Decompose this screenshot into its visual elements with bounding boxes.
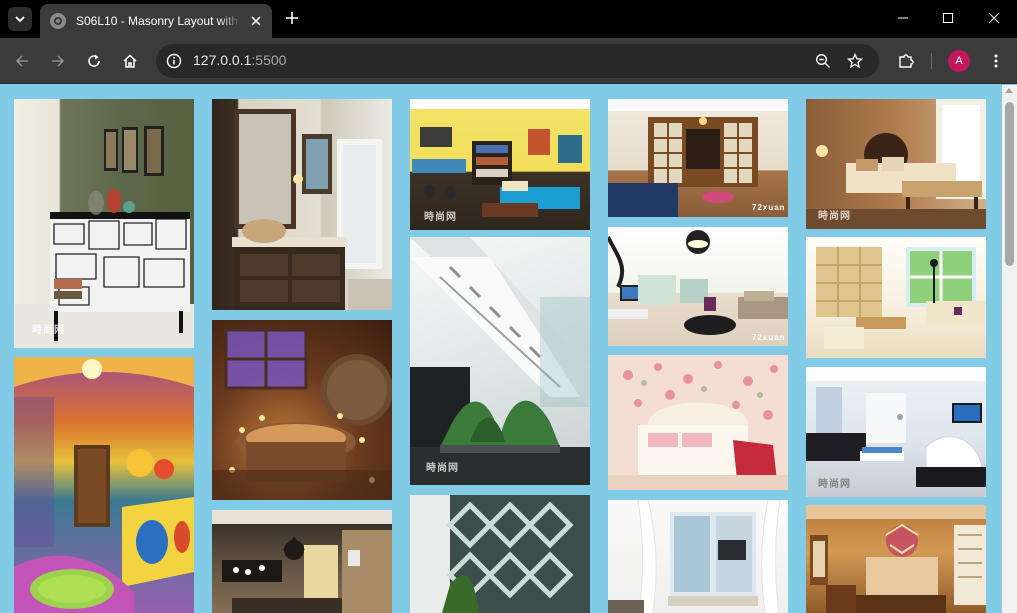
back-button[interactable] (8, 47, 36, 75)
photo-watermark: 時尚网 (818, 479, 851, 490)
photo-watermark: 時尚网 (818, 211, 851, 222)
tab-strip: S06L10 - Masonry Layout with (0, 0, 1017, 38)
browser-toolbar: 127.0.0.1:5500 A (0, 38, 1017, 84)
chevron-down-icon (15, 16, 25, 23)
gallery-photo (212, 510, 392, 613)
floral-bedroom-illustration (608, 361, 788, 490)
close-icon (251, 16, 261, 26)
chandelier-bedroom-illustration (212, 510, 392, 613)
arrow-right-icon (52, 55, 65, 67)
gallery-photo (212, 99, 392, 310)
url-text[interactable]: 127.0.0.1:5500 (193, 52, 286, 68)
minimize-button[interactable] (880, 0, 926, 36)
home-button[interactable] (116, 47, 144, 75)
new-tab-button[interactable] (282, 8, 302, 28)
photo-watermark: 時尚网 (424, 212, 457, 223)
info-icon (166, 53, 182, 69)
gallery-photo: 時尚网 (410, 237, 590, 485)
bay-window-illustration (608, 500, 781, 613)
lattice-screen-illustration (410, 495, 574, 613)
zoom-out-icon (815, 53, 830, 68)
puzzle-icon (899, 54, 914, 68)
reload-icon (88, 54, 100, 67)
mosaic-bathroom-illustration (14, 357, 194, 613)
gallery-photo (608, 355, 788, 490)
url-host: 127.0.0.1 (193, 52, 252, 68)
photo-watermark: 時尚网 (32, 325, 65, 336)
scroll-up-arrow-icon[interactable] (1005, 88, 1013, 93)
maximize-icon (943, 13, 953, 23)
sideboard-illustration (14, 126, 194, 348)
close-window-button[interactable] (971, 0, 1017, 36)
kebab-menu-icon (994, 54, 998, 68)
tab-close-button[interactable] (248, 13, 264, 29)
gallery-photo (806, 505, 986, 613)
url-port: :5500 (251, 52, 287, 68)
gallery-photo: 72xuan (608, 99, 788, 217)
gallery-photo (806, 237, 986, 358)
gallery-photo: 時尚网 (806, 99, 986, 229)
menu-button[interactable] (983, 48, 1009, 74)
close-icon (988, 12, 1000, 24)
minimize-icon (898, 17, 908, 19)
masonry-gallery: 時尚网 時尚网 時尚网 72xuan 72xuan 時尚网 時尚网 (0, 85, 1017, 613)
scrollbar-thumb[interactable] (1005, 102, 1014, 266)
toolbar-divider (931, 53, 932, 69)
tab-title: S06L10 - Masonry Layout with (76, 14, 239, 28)
photo-watermark-alt: 72xuan (752, 333, 786, 342)
gallery-photo: 72xuan (608, 227, 788, 346)
vanity-bathroom-illustration (232, 109, 392, 310)
profile-avatar[interactable]: A (948, 50, 970, 72)
home-icon (123, 54, 137, 68)
globe-icon (50, 13, 66, 29)
gallery-photo (608, 500, 788, 613)
reload-button[interactable] (80, 47, 108, 75)
bookmark-button[interactable] (845, 51, 865, 71)
forward-button[interactable] (44, 47, 72, 75)
gallery-photo (14, 357, 194, 613)
staircase-illustration (410, 237, 590, 485)
french-doors-bedroom-illustration (608, 99, 788, 217)
gallery-photo (410, 495, 590, 613)
gallery-photo: 時尚网 (410, 99, 590, 230)
tv-living-room-illustration (608, 230, 788, 335)
star-icon (847, 53, 863, 69)
extensions-button[interactable] (893, 48, 919, 74)
gallery-photo: 時尚网 (806, 367, 986, 497)
page-scrollbar[interactable] (1002, 85, 1017, 613)
tab-search-button[interactable] (8, 7, 32, 31)
gold-dining-room-illustration (806, 505, 986, 613)
gallery-photo (212, 320, 392, 500)
address-bar[interactable]: 127.0.0.1:5500 (156, 44, 879, 78)
photo-watermark-alt: 72xuan (752, 203, 786, 212)
photo-watermark: 時尚网 (426, 463, 459, 474)
zoom-button[interactable] (813, 51, 833, 71)
plus-icon (286, 12, 298, 24)
candle-bathtub-illustration (212, 328, 392, 500)
active-tab[interactable]: S06L10 - Masonry Layout with (40, 4, 272, 38)
gallery-photo: 時尚网 (14, 99, 194, 348)
bright-living-room-illustration (816, 247, 986, 349)
maximize-button[interactable] (925, 0, 971, 36)
arrow-left-icon (15, 55, 28, 67)
site-info-button[interactable] (164, 51, 184, 71)
